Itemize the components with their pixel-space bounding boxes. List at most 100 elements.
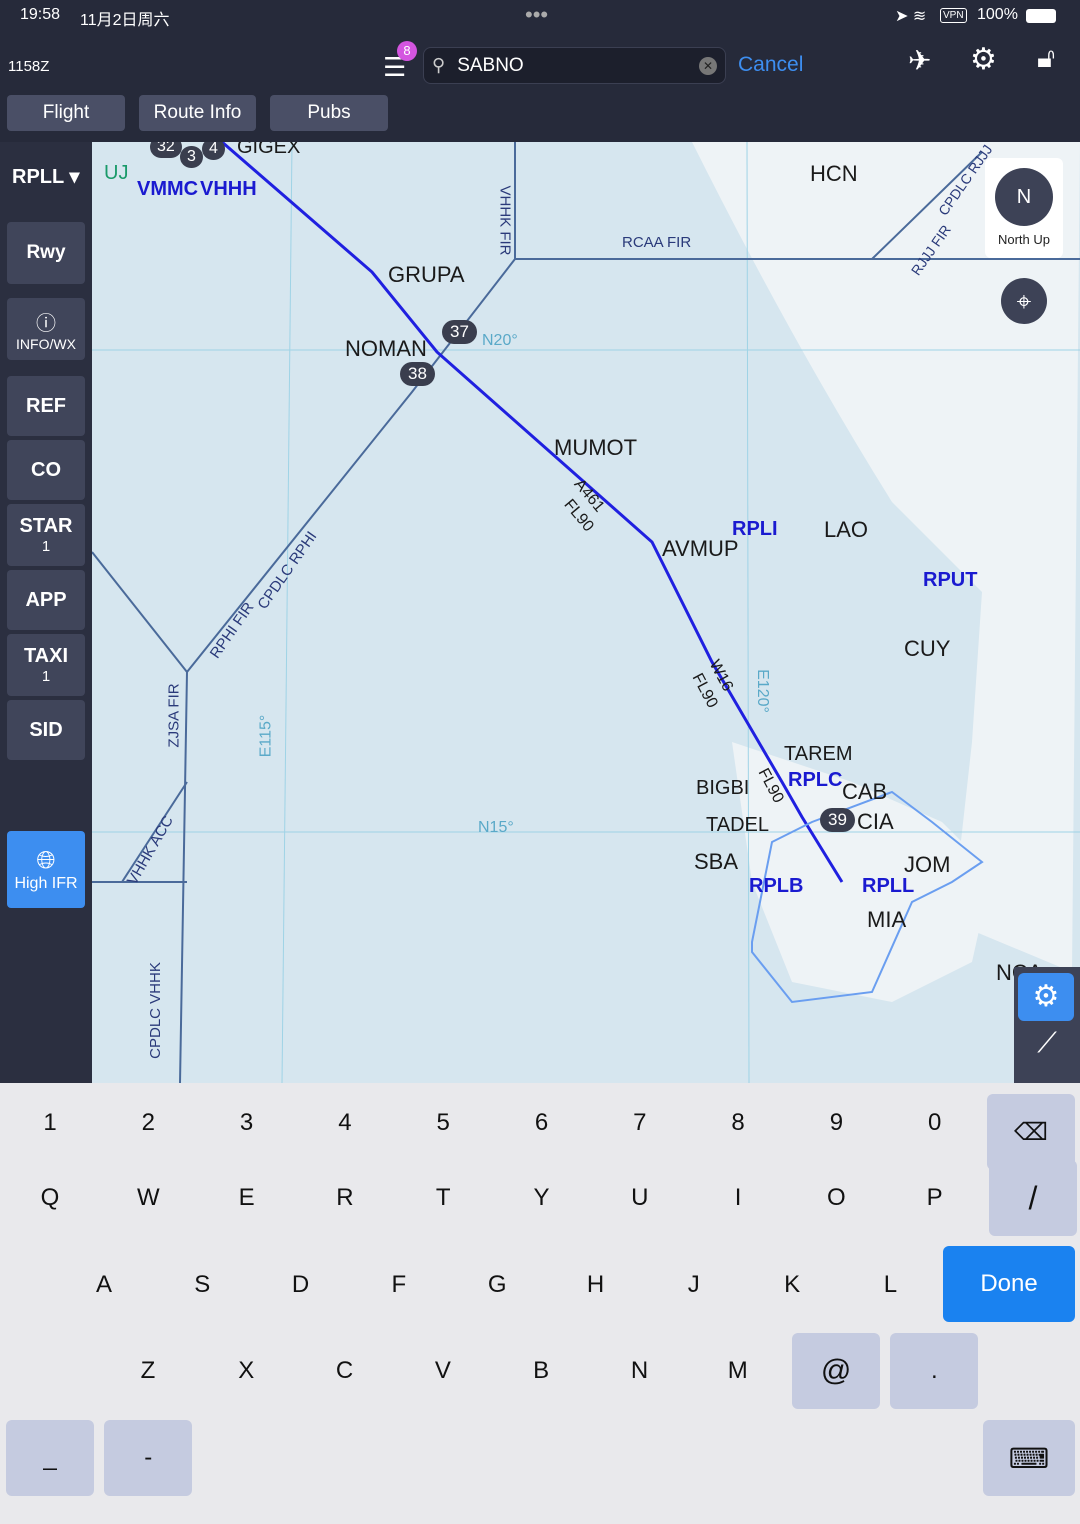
enroute-map[interactable]: GRUPA NOMAN MUMOT AVMUP TAREM BIGBI TADE…	[92, 142, 1080, 1083]
airport-rplb[interactable]: RPLB	[749, 875, 803, 898]
app-button[interactable]: APP	[7, 570, 85, 630]
waypoint-mumot[interactable]: MUMOT	[554, 435, 637, 461]
key-I[interactable]: I	[694, 1160, 782, 1236]
key-0[interactable]: 0	[891, 1085, 979, 1161]
grid-label: N15°	[478, 819, 514, 836]
key-E[interactable]: E	[203, 1160, 291, 1236]
navaid-mia[interactable]: MIA	[867, 907, 906, 933]
airport-rput[interactable]: RPUT	[923, 569, 977, 592]
key-3[interactable]: 3	[203, 1085, 291, 1161]
mea-badge: 38	[400, 362, 435, 386]
map-settings-icon[interactable]: ⚙	[1018, 973, 1074, 1021]
key-8[interactable]: 8	[694, 1085, 782, 1161]
tab-pubs[interactable]: Pubs	[270, 95, 388, 131]
key-5[interactable]: 5	[399, 1085, 487, 1161]
key-O[interactable]: O	[792, 1160, 880, 1236]
navaid-cab[interactable]: CAB	[842, 779, 887, 805]
navaid-cia[interactable]: CIA	[857, 809, 894, 835]
key-B[interactable]: B	[497, 1333, 585, 1409]
airport-vmmc[interactable]: VMMC	[137, 178, 198, 201]
key-X[interactable]: X	[202, 1333, 290, 1409]
airport-rplc[interactable]: RPLC	[788, 769, 842, 792]
key-9[interactable]: 9	[792, 1085, 880, 1161]
measure-tool-icon[interactable]: ⟋	[1014, 1027, 1080, 1060]
ref-button[interactable]: REF	[7, 376, 85, 436]
info-wx-button[interactable]: ⓘ INFO/WX	[7, 298, 85, 360]
mea-badge: 37	[442, 320, 477, 344]
rwy-button[interactable]: Rwy	[7, 222, 85, 284]
key-K[interactable]: K	[748, 1247, 836, 1323]
co-button[interactable]: CO	[7, 440, 85, 500]
center-location-icon[interactable]: ⌖	[1001, 278, 1047, 324]
key-M[interactable]: M	[694, 1333, 782, 1409]
key-2[interactable]: 2	[104, 1085, 192, 1161]
key-at[interactable]: @	[792, 1333, 881, 1409]
star-button[interactable]: STAR 1	[7, 504, 85, 566]
key-Y[interactable]: Y	[498, 1160, 586, 1236]
cancel-button[interactable]: Cancel	[738, 53, 803, 77]
multitask-dots-icon[interactable]: •••	[525, 2, 548, 28]
taxi-button[interactable]: TAXI 1	[7, 634, 85, 696]
hide-keyboard-icon[interactable]: ⌨	[983, 1420, 1075, 1496]
app-label: APP	[25, 588, 67, 611]
done-button[interactable]: Done	[943, 1246, 1075, 1322]
waypoint-gigex[interactable]: GIGEX	[237, 142, 300, 159]
waypoint-bigbi[interactable]: BIGBI	[696, 777, 749, 800]
backspace-key[interactable]: ⌫	[987, 1094, 1075, 1170]
key-4[interactable]: 4	[301, 1085, 389, 1161]
tab-flight[interactable]: Flight	[7, 95, 125, 131]
navaid-hcn[interactable]: HCN	[810, 161, 858, 187]
key-6[interactable]: 6	[498, 1085, 586, 1161]
waypoint-avmup[interactable]: AVMUP	[662, 536, 739, 562]
clear-icon[interactable]: ✕	[699, 56, 717, 75]
key-period[interactable]: .	[890, 1333, 979, 1409]
high-ifr-layer-button[interactable]: 🌐︎ High IFR	[7, 831, 85, 908]
key-G[interactable]: G	[453, 1247, 541, 1323]
search-input[interactable]: ⚲ SABNO ✕	[423, 47, 726, 84]
fir-label: VHHK FIR	[496, 185, 514, 256]
waypoint-noman[interactable]: NOMAN	[345, 336, 427, 362]
airport-selector[interactable]: RPLL ▾	[12, 164, 79, 189]
key-N[interactable]: N	[596, 1333, 684, 1409]
key-J[interactable]: J	[650, 1247, 738, 1323]
key-F[interactable]: F	[355, 1247, 443, 1323]
airport-vhhh[interactable]: VHHH	[200, 178, 257, 201]
key-T[interactable]: T	[399, 1160, 487, 1236]
compass-north-up-button[interactable]: N North Up	[985, 158, 1063, 258]
grid-label: E115°	[257, 714, 275, 758]
airport-rpll[interactable]: RPLL	[862, 875, 914, 898]
navaid-lao[interactable]: LAO	[824, 517, 868, 543]
key-A[interactable]: A	[60, 1247, 148, 1323]
tab-route-info[interactable]: Route Info	[139, 95, 256, 131]
key-W[interactable]: W	[104, 1160, 192, 1236]
key-Q[interactable]: Q	[6, 1160, 94, 1236]
key-Z[interactable]: Z	[104, 1333, 192, 1409]
waypoint-grupa[interactable]: GRUPA	[388, 262, 465, 288]
key-underscore[interactable]: _	[6, 1420, 94, 1496]
key-slash[interactable]: /	[989, 1160, 1077, 1236]
airport-uj[interactable]: UJ	[104, 162, 128, 185]
key-U[interactable]: U	[596, 1160, 684, 1236]
key-P[interactable]: P	[891, 1160, 979, 1236]
navaid-cuy[interactable]: CUY	[904, 636, 950, 662]
key-R[interactable]: R	[301, 1160, 389, 1236]
waypoint-tadel[interactable]: TADEL	[706, 814, 769, 837]
mea-badge: 32	[150, 142, 182, 158]
key-V[interactable]: V	[399, 1333, 487, 1409]
key-C[interactable]: C	[301, 1333, 389, 1409]
key-D[interactable]: D	[257, 1247, 345, 1323]
gear-icon[interactable]: ⚙	[970, 42, 997, 77]
satellite-icon[interactable]: ✈	[908, 44, 931, 77]
north-up-label: North Up	[997, 232, 1051, 247]
navaid-sba[interactable]: SBA	[694, 849, 738, 875]
key-H[interactable]: H	[552, 1247, 640, 1323]
sid-button[interactable]: SID	[7, 700, 85, 760]
key-L[interactable]: L	[846, 1247, 934, 1323]
key-hyphen[interactable]: -	[104, 1420, 193, 1496]
airport-rpli[interactable]: RPLI	[732, 518, 778, 541]
key-7[interactable]: 7	[596, 1085, 684, 1161]
key-1[interactable]: 1	[6, 1085, 94, 1161]
key-S[interactable]: S	[158, 1247, 246, 1323]
unlock-icon[interactable]: 🔓︎	[1037, 42, 1055, 75]
waypoint-tarem[interactable]: TAREM	[784, 743, 853, 766]
